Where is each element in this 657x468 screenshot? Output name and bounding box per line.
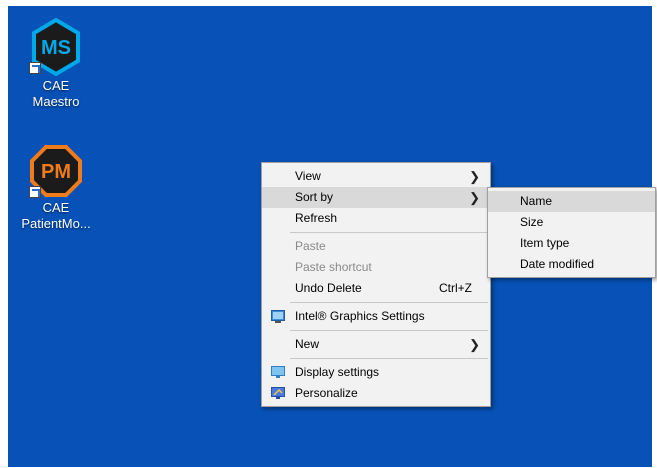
sort-by-submenu: Name Size Item type Date modified [487,187,656,278]
desktop-shortcut-cae-maestro[interactable]: MS CAE Maestro [18,18,94,110]
display-settings-icon [271,366,285,378]
shortcut-arrow-icon [29,186,41,198]
chevron-right-icon: ❯ [469,190,480,205]
menu-item-refresh[interactable]: Refresh [262,208,490,229]
menu-item-display-settings[interactable]: Display settings [262,362,490,383]
menu-item-intel-graphics-settings[interactable]: Intel® Graphics Settings [262,306,490,327]
menu-item-undo-delete[interactable]: Undo Delete Ctrl+Z [262,278,490,299]
svg-text:PM: PM [41,161,71,183]
menu-item-shortcut-text: Ctrl+Z [439,281,472,295]
menu-item-view[interactable]: View ❯ [262,166,490,187]
personalize-icon [271,387,285,399]
intel-graphics-icon [271,310,285,323]
submenu-item-item-type[interactable]: Item type [488,233,655,254]
menu-item-paste[interactable]: Paste [262,236,490,257]
submenu-item-size[interactable]: Size [488,212,655,233]
menu-item-paste-shortcut[interactable]: Paste shortcut [262,257,490,278]
submenu-item-date-modified[interactable]: Date modified [488,254,655,275]
desktop-shortcut-label: CAE PatientMo... [21,200,91,231]
submenu-item-name[interactable]: Name [488,191,655,212]
svg-text:MS: MS [41,37,71,59]
menu-item-new[interactable]: New ❯ [262,334,490,355]
menu-item-personalize[interactable]: Personalize [262,383,490,404]
menu-item-sort-by[interactable]: Sort by ❯ [262,187,490,208]
menu-separator [290,358,488,359]
chevron-right-icon: ❯ [469,337,480,352]
shortcut-arrow-icon [29,62,41,74]
chevron-right-icon: ❯ [469,169,480,184]
desktop-shortcut-cae-patientmonitor[interactable]: PM CAE PatientMo... [18,144,94,232]
menu-separator [290,232,488,233]
menu-separator [290,330,488,331]
desktop-context-menu: View ❯ Sort by ❯ Refresh Paste Paste sho… [261,162,491,407]
menu-separator [290,302,488,303]
desktop-shortcut-label: CAE Maestro [32,78,80,109]
